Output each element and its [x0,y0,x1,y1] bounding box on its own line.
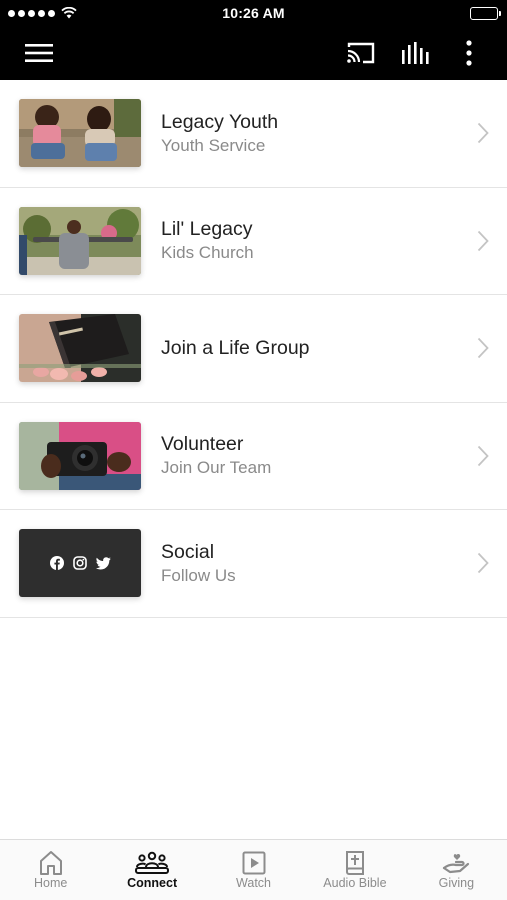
list-item-volunteer[interactable]: Volunteer Join Our Team [0,402,507,510]
tab-label: Giving [438,876,475,890]
tab-watch[interactable]: Watch [203,840,304,900]
legacy-youth-thumbnail [19,99,141,167]
cast-button[interactable] [336,26,386,80]
list-item-title: Social [161,540,215,563]
list-item-text: Volunteer Join Our Team [161,403,271,510]
audio-bars-icon [402,42,429,64]
volunteer-thumbnail [19,421,141,490]
cast-icon [347,42,375,64]
giving-hand-icon [442,849,470,877]
tab-label: Connect [127,876,178,890]
list-item-title: Lil' Legacy [161,218,253,241]
tab-giving[interactable]: Giving [406,840,507,900]
list-item-subtitle: Follow Us [161,565,236,585]
tab-label: Home [34,876,68,890]
chevron-right-icon [477,552,489,574]
battery-icon [470,7,501,20]
list-item-title: Legacy Youth [161,110,279,133]
status-bar: 10:26 AM [0,0,507,26]
tab-audio-bible[interactable]: Audio Bible [304,840,405,900]
menu-button[interactable] [14,26,64,80]
lil-legacy-thumbnail [19,206,141,275]
audio-button[interactable] [390,26,440,80]
social-thumbnail [19,529,141,597]
list-item-title: Join a Life Group [161,337,310,360]
list-item-subtitle: Kids Church [161,243,254,263]
bottom-tab-bar: Home Connect Watch Audio Bible Giving [0,839,507,900]
chevron-right-icon [477,122,489,144]
toolbar [0,26,507,80]
tab-label: Watch [236,876,271,890]
people-group-icon [135,849,170,877]
list-item-text: Legacy Youth Youth Service [161,80,278,187]
more-vertical-icon [466,40,472,66]
bible-icon [344,849,366,877]
chevron-right-icon [477,337,489,359]
life-group-thumbnail [19,314,141,382]
tab-label: Audio Bible [323,876,387,890]
twitter-icon [95,556,111,570]
list-item-text: Join a Life Group [161,295,310,402]
status-time: 10:26 AM [222,5,285,21]
list-item-lil-legacy[interactable]: Lil' Legacy Kids Church [0,187,507,295]
play-icon [242,849,266,877]
instagram-icon [72,556,87,570]
chevron-right-icon [477,445,489,466]
list-item-life-group[interactable]: Join a Life Group [0,295,507,403]
list-item-social[interactable]: Social Follow Us [0,510,507,618]
list-item-subtitle: Youth Service [161,135,266,155]
home-icon [39,849,63,877]
list-item-text: Social Follow Us [161,510,236,617]
list-item-legacy-youth[interactable]: Legacy Youth Youth Service [0,80,507,188]
connect-list: Legacy Youth Youth Service Lil' Legacy K… [0,80,507,618]
chevron-right-icon [477,230,489,251]
facebook-icon [49,556,64,570]
hamburger-menu-icon [25,44,53,62]
more-options-button[interactable] [444,26,494,80]
list-item-subtitle: Join Our Team [161,458,272,478]
tab-connect[interactable]: Connect [101,840,202,900]
list-item-title: Volunteer [161,433,244,456]
list-item-text: Lil' Legacy Kids Church [161,188,254,295]
tab-home[interactable]: Home [0,840,101,900]
